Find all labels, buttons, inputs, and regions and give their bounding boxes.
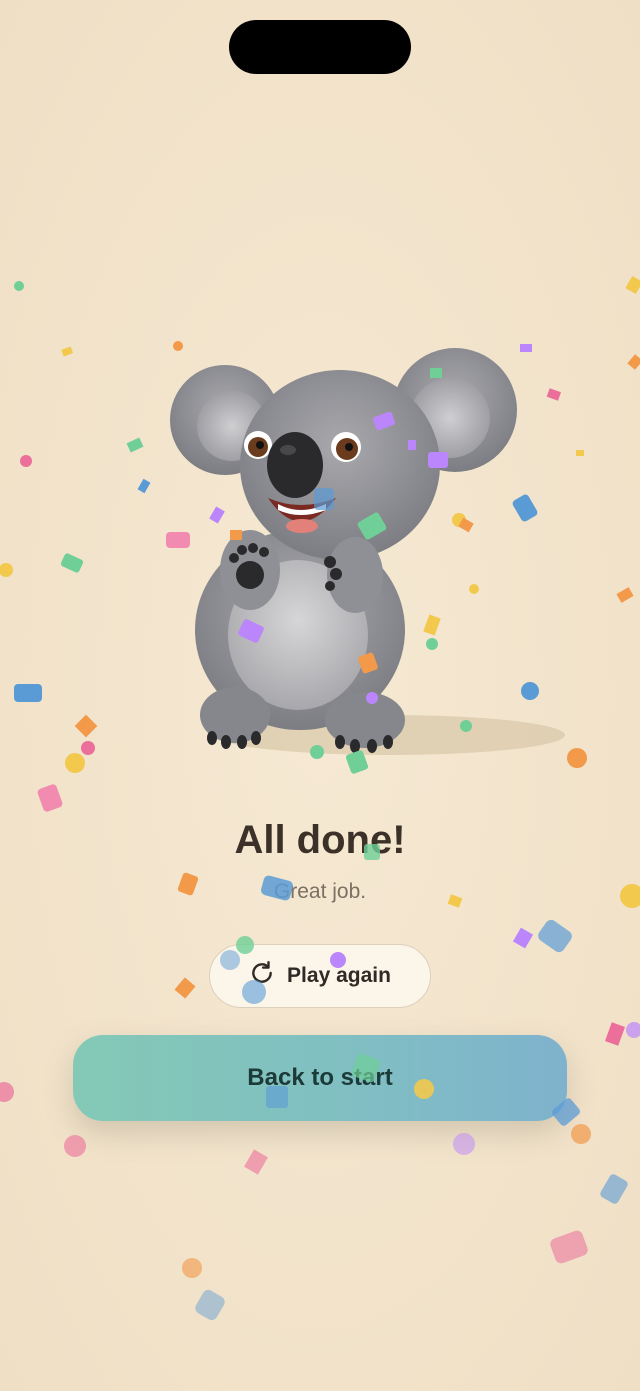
play-again-button[interactable]: Play again (209, 944, 431, 1008)
completion-subtitle: Great job. (273, 880, 367, 903)
dynamic-island (229, 20, 411, 74)
refresh-icon (249, 960, 275, 992)
back-to-start-button[interactable]: Back to start (73, 1035, 567, 1121)
back-to-start-label: Back to start (247, 1064, 393, 1091)
koala-mascot-illustration (150, 330, 570, 770)
completion-title: All done! (234, 818, 406, 862)
play-again-label: Play again (287, 964, 391, 987)
completion-screen: All done! Great job. Play again Back to … (0, 0, 640, 1391)
